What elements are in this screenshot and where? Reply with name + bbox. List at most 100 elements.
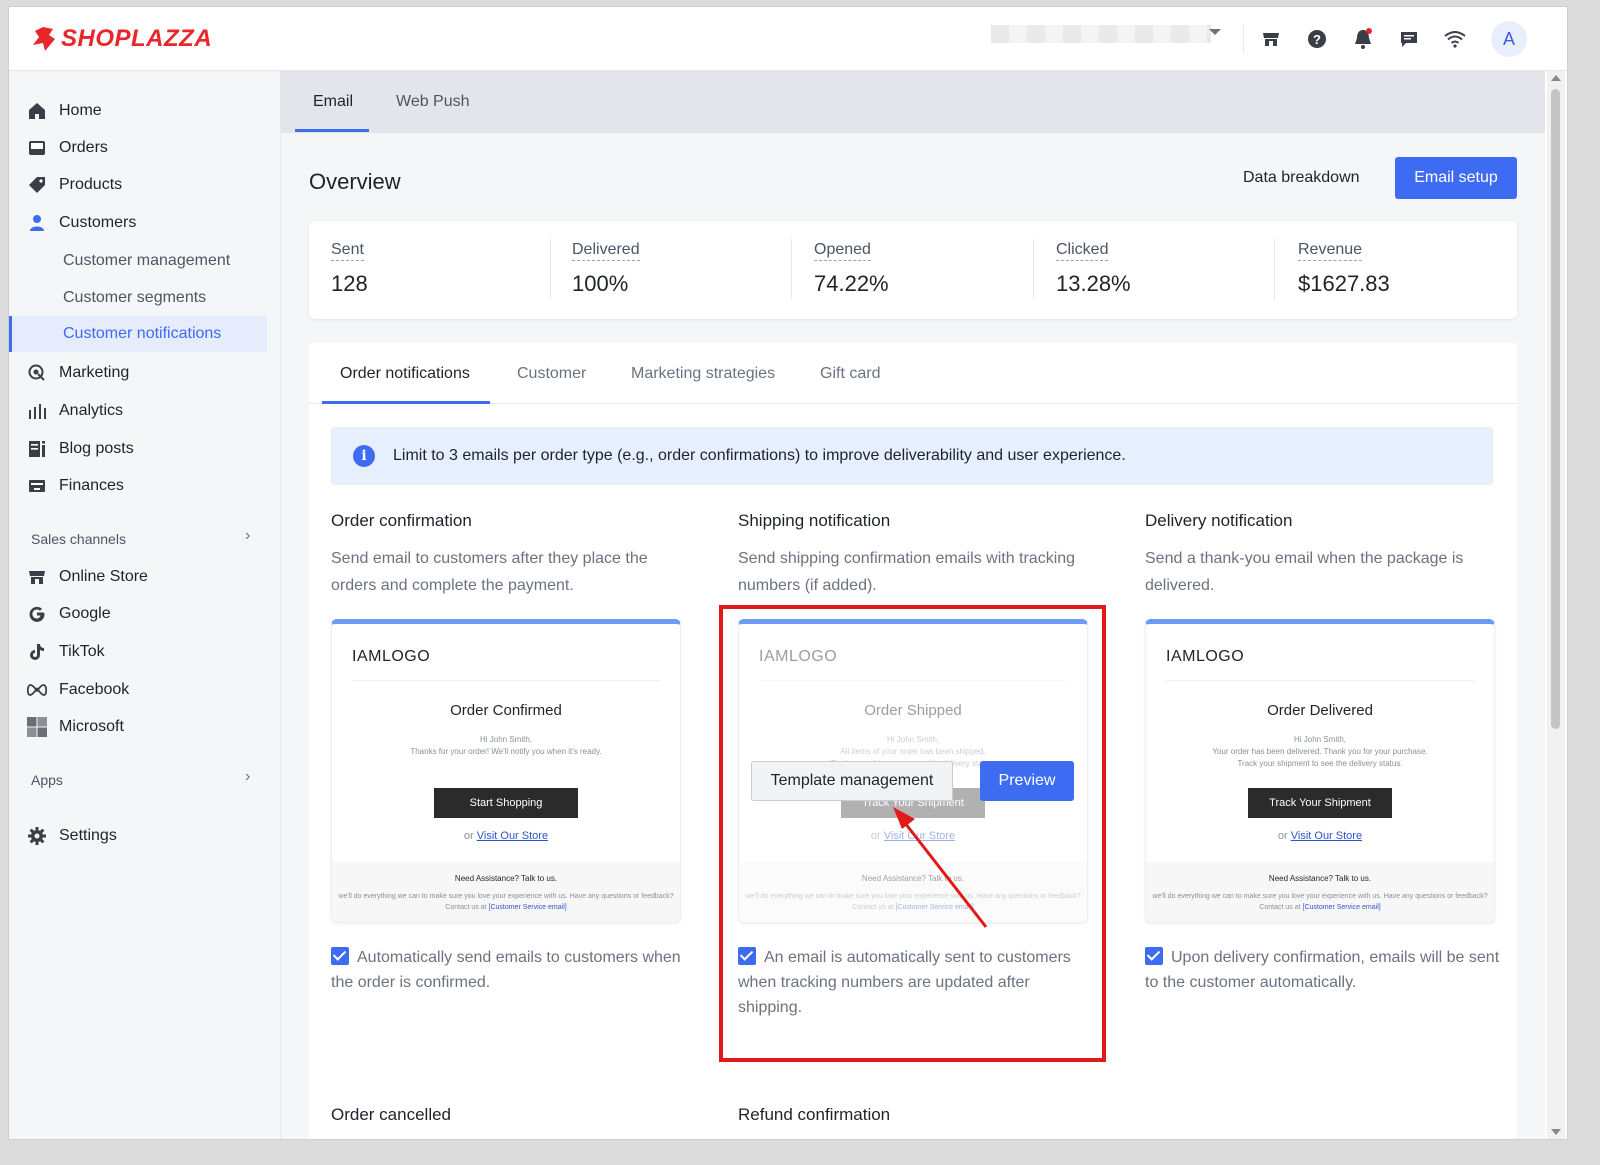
stat-value: $1627.83 xyxy=(1298,271,1390,296)
finance-icon xyxy=(27,476,47,496)
template-line: Hi John Smith, xyxy=(479,735,533,744)
auto-send-checkbox-row[interactable]: Automatically send emails to customers w… xyxy=(331,945,691,995)
stat-value: 13.28% xyxy=(1056,271,1131,296)
sidebar-item-blog-posts[interactable]: Blog posts xyxy=(27,435,134,463)
stat-label[interactable]: Clicked xyxy=(1056,241,1109,261)
sidebar-item-finances[interactable]: Finances xyxy=(27,472,124,500)
notification-title: Order confirmation xyxy=(331,511,472,530)
sidebar-item-label: Orders xyxy=(59,139,108,156)
tab-border xyxy=(309,403,1517,404)
template-or: or xyxy=(1277,830,1288,842)
stat-value: 74.22% xyxy=(814,271,889,296)
email-setup-button[interactable]: Email setup xyxy=(1395,157,1517,199)
info-banner-text: Limit to 3 emails per order type (e.g., … xyxy=(393,447,1126,464)
email-template-card[interactable]: IAMLOGO Order Confirmed Hi John Smith, T… xyxy=(331,619,681,923)
blog-icon xyxy=(27,439,47,459)
sidebar-item-label: Marketing xyxy=(59,364,130,381)
channel-tabs: Email Web Push xyxy=(281,71,1545,133)
meta-icon xyxy=(27,680,47,700)
template-alt-link: or Visit Our Store xyxy=(332,830,680,842)
marketing-icon xyxy=(27,363,47,383)
template-alt-link: or Visit Our Store xyxy=(1146,830,1494,842)
sidebar-item-facebook[interactable]: Facebook xyxy=(27,676,129,704)
sidebar-item-analytics[interactable]: Analytics xyxy=(27,397,123,425)
template-logo: IAMLOGO xyxy=(1166,648,1245,665)
notification-title: Order cancelled xyxy=(331,1105,452,1124)
sidebar-item-google[interactable]: Google xyxy=(27,600,111,628)
stat-label[interactable]: Sent xyxy=(331,241,364,261)
avatar[interactable]: A xyxy=(1491,21,1527,57)
bell-icon[interactable] xyxy=(1351,27,1375,51)
tag-icon xyxy=(27,175,47,195)
sidebar-item-orders[interactable]: Orders xyxy=(27,134,108,162)
scroll-up-arrow[interactable] xyxy=(1551,75,1561,81)
tab-customer[interactable]: Customer xyxy=(517,365,586,383)
stat-label[interactable]: Revenue xyxy=(1298,241,1363,261)
chevron-right-icon[interactable]: › xyxy=(245,527,250,545)
info-banner: i Limit to 3 emails per order type (e.g.… xyxy=(331,427,1493,485)
template-footer-title: Need Assistance? Talk to us. xyxy=(1268,874,1372,883)
template-footer-title: Need Assistance? Talk to us. xyxy=(454,874,558,883)
sidebar-item-label: Customer management xyxy=(63,252,231,269)
sidebar-item-marketing[interactable]: Marketing xyxy=(27,359,129,387)
stat-clicked: Clicked 13.28% xyxy=(1056,241,1131,297)
store-icon[interactable] xyxy=(1259,27,1283,51)
divider xyxy=(1243,25,1244,53)
checkbox-label: Upon delivery confirmation, emails will … xyxy=(1145,949,1500,991)
sidebar-item-microsoft[interactable]: Microsoft xyxy=(27,713,124,741)
checkbox-checked[interactable] xyxy=(331,947,349,965)
bar-chart-icon xyxy=(27,401,47,421)
scroll-thumb[interactable] xyxy=(1551,89,1560,729)
template-body: Hi John Smith, Your order has been deliv… xyxy=(1146,734,1494,770)
template-logo: IAMLOGO xyxy=(352,648,431,665)
notification-description: Send shipping confirmation emails with t… xyxy=(738,550,1076,594)
tiktok-icon xyxy=(27,642,47,662)
tab-gift-card[interactable]: Gift card xyxy=(820,365,880,383)
divider xyxy=(1274,239,1275,299)
tab-marketing-strategies[interactable]: Marketing strategies xyxy=(631,365,775,383)
sidebar-item-label: Facebook xyxy=(59,681,130,698)
notification-title: Shipping notification xyxy=(738,511,891,530)
sidebar-item-label: Google xyxy=(59,605,111,622)
stat-revenue: Revenue $1627.83 xyxy=(1298,241,1390,297)
wifi-icon[interactable] xyxy=(1443,27,1467,51)
sidebar-item-home[interactable]: Home xyxy=(27,97,102,125)
chevron-right-icon[interactable]: › xyxy=(245,768,250,786)
sidebar-item-customer-notifications[interactable]: Customer notifications xyxy=(63,320,221,348)
microsoft-icon xyxy=(27,717,47,737)
sidebar-item-tiktok[interactable]: TikTok xyxy=(27,638,105,666)
data-breakdown-button[interactable]: Data breakdown xyxy=(1243,169,1360,187)
active-tab-indicator xyxy=(295,129,369,132)
apps-label: Apps xyxy=(31,772,63,788)
stat-sent: Sent 128 xyxy=(331,241,368,297)
scroll-down-arrow[interactable] xyxy=(1551,1129,1561,1135)
tab-email[interactable]: Email xyxy=(313,93,353,111)
sidebar-item-customer-management[interactable]: Customer management xyxy=(63,247,230,275)
sidebar-item-customers[interactable]: Customers xyxy=(27,209,136,237)
sidebar-item-customer-segments[interactable]: Customer segments xyxy=(63,284,206,312)
tab-order-notifications[interactable]: Order notifications xyxy=(340,365,470,383)
checkbox-label: Automatically send emails to customers w… xyxy=(331,949,681,991)
template-store-link: Visit Our Store xyxy=(1290,830,1363,842)
notification-title: Refund confirmation xyxy=(738,1105,891,1124)
stat-label[interactable]: Delivered xyxy=(572,241,640,261)
divider xyxy=(791,239,792,299)
template-cta-button: Track Your Shipment xyxy=(1248,788,1392,818)
scrollbar[interactable] xyxy=(1547,71,1565,1139)
stat-opened: Opened 74.22% xyxy=(814,241,889,297)
sidebar-item-products[interactable]: Products xyxy=(27,171,122,199)
gear-icon xyxy=(27,826,47,846)
template-line: Your order has been delivered. Thank you… xyxy=(1212,747,1428,756)
shoplazza-logo[interactable]: SHOPLAZZA xyxy=(31,25,212,53)
checkbox-checked[interactable] xyxy=(1145,947,1163,965)
auto-send-checkbox-row[interactable]: Upon delivery confirmation, emails will … xyxy=(1145,945,1505,995)
tab-web-push[interactable]: Web Push xyxy=(396,93,470,111)
sidebar-item-settings[interactable]: Settings xyxy=(27,822,117,850)
sidebar-item-online-store[interactable]: Online Store xyxy=(27,563,148,591)
chevron-down-icon[interactable] xyxy=(1209,29,1221,35)
email-template-card[interactable]: IAMLOGO Order Delivered Hi John Smith, Y… xyxy=(1145,619,1495,923)
stat-label[interactable]: Opened xyxy=(814,241,871,261)
store-selector[interactable] xyxy=(991,25,1211,43)
help-icon[interactable]: ? xyxy=(1305,27,1329,51)
chat-icon[interactable] xyxy=(1397,27,1421,51)
